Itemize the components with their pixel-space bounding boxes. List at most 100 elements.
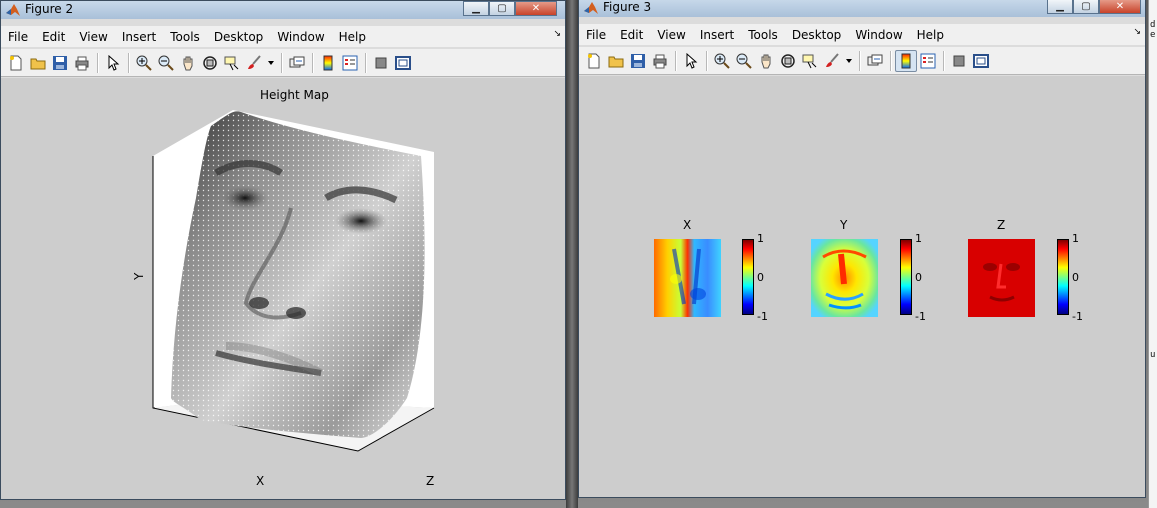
toolbar-separator (281, 52, 282, 73)
subplot-x-image[interactable] (654, 239, 721, 317)
edit-plot-arrow-icon[interactable] (680, 50, 702, 72)
maximize-button[interactable]: ▢ (1073, 0, 1099, 14)
figure-2-canvas[interactable]: Height Map Y X Z (1, 78, 565, 499)
brush-icon[interactable] (243, 52, 265, 74)
data-cursor-icon[interactable] (221, 52, 243, 74)
background-window-text: d (1150, 20, 1156, 30)
minimize-button[interactable]: ▁ (1047, 0, 1073, 14)
menu-insert[interactable]: Insert (693, 28, 741, 42)
menu-window[interactable]: Window (848, 28, 909, 42)
figure-3-titlebar[interactable]: Figure 3 ▁ ▢ ✕ (579, 0, 1145, 17)
figure-toolbar (1, 49, 565, 77)
figure-toolbar (579, 47, 1145, 75)
menu-view[interactable]: View (650, 28, 692, 42)
menu-edit[interactable]: Edit (613, 28, 650, 42)
toolbar-separator (859, 50, 860, 71)
insert-legend-icon[interactable] (339, 52, 361, 74)
new-figure-icon[interactable] (5, 52, 27, 74)
menu-view[interactable]: View (72, 30, 114, 44)
menu-insert[interactable]: Insert (115, 30, 163, 44)
menu-desktop[interactable]: Desktop (207, 30, 271, 44)
data-cursor-icon[interactable] (799, 50, 821, 72)
rotate-3d-icon[interactable] (199, 52, 221, 74)
toolbar-separator (890, 50, 891, 71)
background-window-text: e (1150, 30, 1156, 40)
face-right-eye (335, 208, 387, 234)
height-map-surface[interactable] (1, 78, 567, 498)
subplot-y-image[interactable] (811, 239, 878, 317)
menu-tools[interactable]: Tools (741, 28, 785, 42)
matlab-logo-icon (6, 4, 20, 16)
zoom-out-icon[interactable] (733, 50, 755, 72)
dock-arrow-icon[interactable]: ↘ (1133, 27, 1141, 37)
zoom-in-icon[interactable] (133, 52, 155, 74)
zoom-in-icon[interactable] (711, 50, 733, 72)
show-plot-tools-icon[interactable] (970, 50, 992, 72)
y-axis-label: Y (132, 272, 146, 280)
hide-plot-tools-icon[interactable] (948, 50, 970, 72)
link-plot-icon[interactable] (286, 52, 308, 74)
menu-file[interactable]: File (579, 28, 613, 42)
figure-2-window[interactable]: Figure 2 ▁ ▢ ✕ File Edit View Insert Too… (0, 0, 566, 500)
zoom-out-icon[interactable] (155, 52, 177, 74)
link-plot-icon[interactable] (864, 50, 886, 72)
open-file-icon[interactable] (27, 52, 49, 74)
save-icon[interactable] (627, 50, 649, 72)
menu-help[interactable]: Help (910, 28, 951, 42)
figure-3-canvas[interactable]: X 1 0 -1 Y 1 0 -1 Z 1 0 -1 (579, 76, 1145, 497)
dock-arrow-icon[interactable]: ↘ (553, 29, 561, 39)
close-button[interactable]: ✕ (1099, 0, 1141, 14)
close-icon: ✕ (1115, 1, 1125, 12)
close-button[interactable]: ✕ (515, 1, 557, 16)
edit-plot-arrow-icon[interactable] (102, 52, 124, 74)
menu-window[interactable]: Window (270, 30, 331, 44)
subplot-z-colorbar[interactable] (1057, 239, 1069, 315)
colorbar-tick: 0 (1072, 271, 1079, 284)
menu-tools[interactable]: Tools (163, 30, 207, 44)
figure-3-window[interactable]: Figure 3 ▁ ▢ ✕ File Edit View Insert Too… (578, 0, 1146, 498)
print-icon[interactable] (71, 52, 93, 74)
window-title: Figure 2 (25, 2, 74, 16)
colorbar-tick: -1 (915, 310, 926, 323)
menu-file[interactable]: File (1, 30, 35, 44)
insert-colorbar-icon[interactable] (317, 52, 339, 74)
save-icon[interactable] (49, 52, 71, 74)
subplot-x-colorbar[interactable] (742, 239, 754, 315)
rotate-3d-icon[interactable] (777, 50, 799, 72)
pan-hand-icon[interactable] (177, 52, 199, 74)
subplot-z-image[interactable] (968, 239, 1035, 317)
hide-plot-tools-icon[interactable] (370, 52, 392, 74)
toolbar-separator (365, 52, 366, 73)
z-axis-label: Z (426, 474, 435, 488)
colorbar-tick: 0 (757, 271, 764, 284)
brush-icon[interactable] (821, 50, 843, 72)
minimize-button[interactable]: ▁ (463, 1, 489, 16)
menu-help[interactable]: Help (332, 30, 373, 44)
toolbar-separator (675, 50, 676, 71)
insert-colorbar-icon[interactable] (895, 49, 917, 72)
colorbar-tick: 1 (757, 232, 764, 245)
colorbar-tick: -1 (1072, 310, 1083, 323)
window-title: Figure 3 (603, 0, 652, 14)
brush-dropdown-icon[interactable] (265, 52, 277, 74)
brush-dropdown-icon[interactable] (843, 50, 855, 72)
minimize-icon: ▁ (1056, 1, 1064, 12)
show-plot-tools-icon[interactable] (392, 52, 414, 74)
close-icon: ✕ (531, 3, 541, 14)
pan-hand-icon[interactable] (755, 50, 777, 72)
figure-2-titlebar[interactable]: Figure 2 ▁ ▢ ✕ (1, 1, 565, 19)
background-window[interactable]: d e u (1148, 0, 1157, 508)
minimize-icon: ▁ (472, 3, 480, 14)
new-figure-icon[interactable] (583, 50, 605, 72)
subplot-z-title: Z (997, 218, 1006, 232)
print-icon[interactable] (649, 50, 671, 72)
subplot-y-colorbar[interactable] (900, 239, 912, 315)
colorbar-tick: 1 (915, 232, 922, 245)
menu-bar: File Edit View Insert Tools Desktop Wind… (1, 26, 565, 47)
menu-desktop[interactable]: Desktop (785, 28, 849, 42)
insert-legend-icon[interactable] (917, 50, 939, 72)
maximize-button[interactable]: ▢ (489, 1, 515, 16)
menu-edit[interactable]: Edit (35, 30, 72, 44)
open-file-icon[interactable] (605, 50, 627, 72)
toolbar-separator (312, 52, 313, 73)
